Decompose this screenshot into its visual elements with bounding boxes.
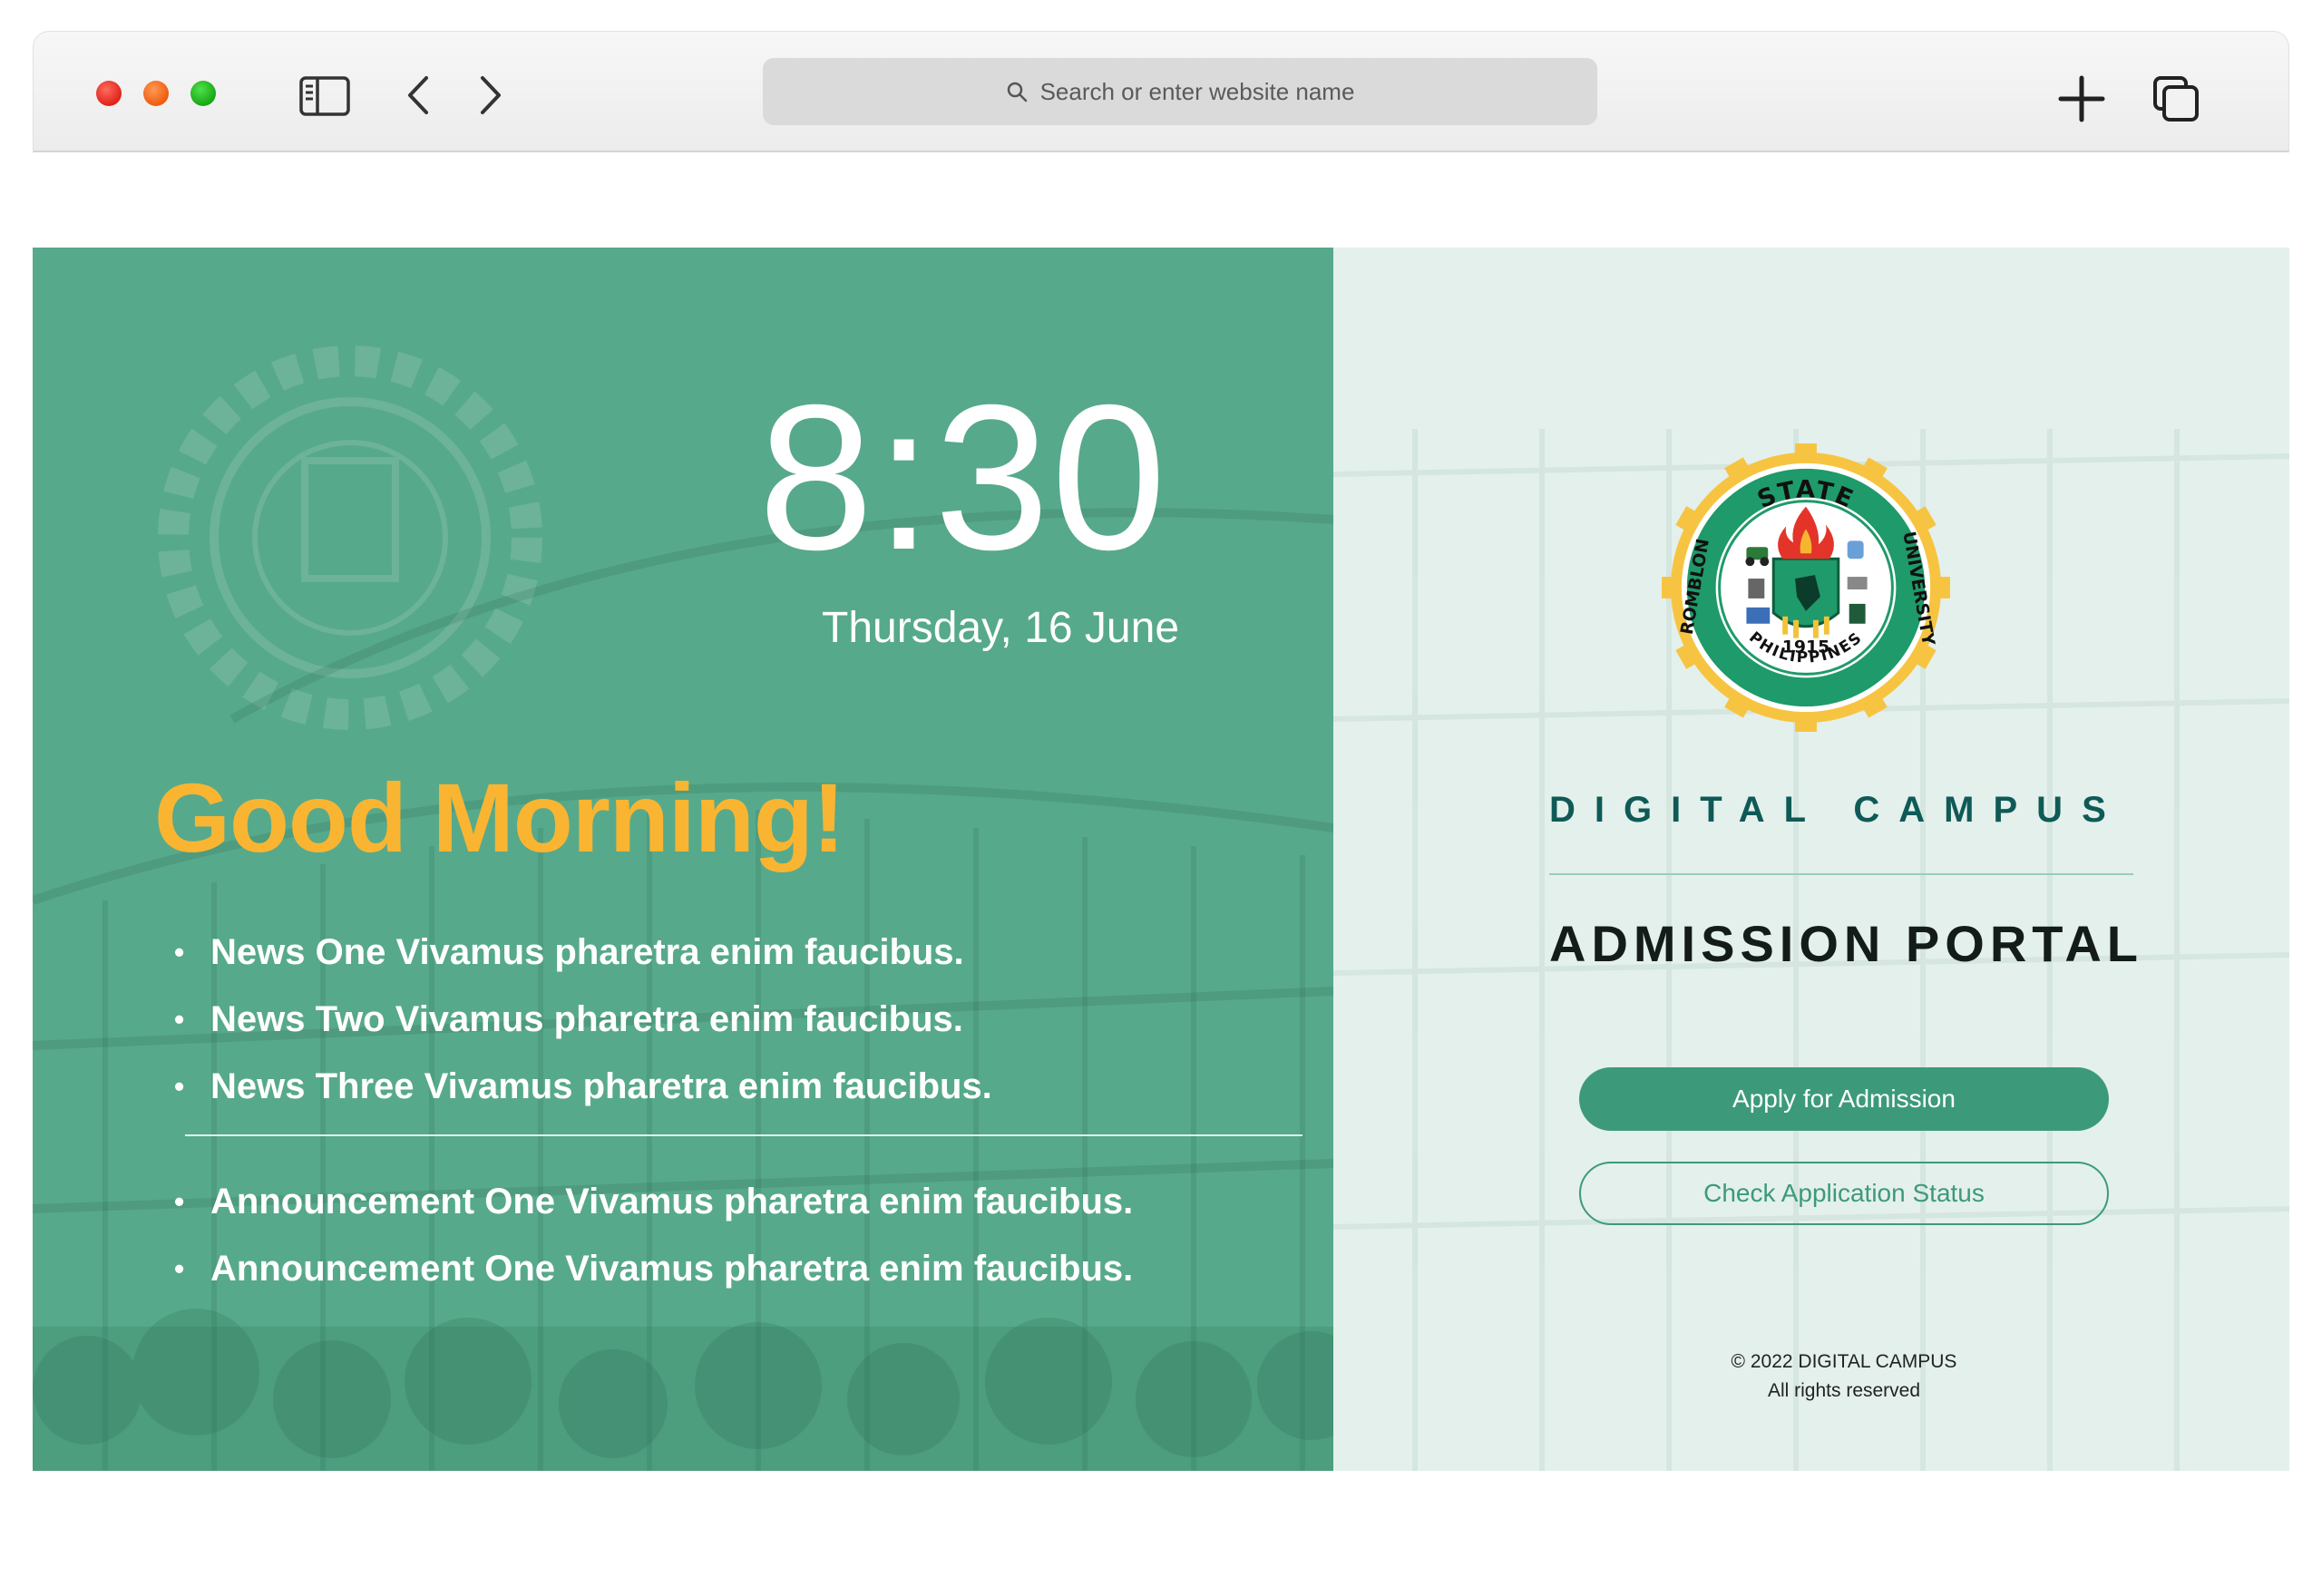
footer: © 2022 DIGITAL CAMPUS All rights reserve… [1579, 1348, 2109, 1406]
news-item: News One Vivamus pharetra enim faucibus. [174, 919, 992, 986]
admission-page: 8:30 Thursday, 16 June Good Morning! New… [33, 248, 2289, 1471]
check-application-status-button[interactable]: Check Application Status [1579, 1162, 2109, 1225]
address-placeholder: Search or enter website name [1039, 77, 1355, 105]
rights-text: All rights reserved [1767, 1380, 1921, 1401]
apply-for-admission-button[interactable]: Apply for Admission [1579, 1067, 2109, 1131]
copyright-text: © 2022 DIGITAL CAMPUS [1731, 1351, 1957, 1372]
maximize-window-button[interactable] [190, 81, 216, 106]
back-icon[interactable] [405, 74, 432, 116]
forward-icon[interactable] [477, 74, 504, 116]
sidebar-icon[interactable] [299, 76, 350, 116]
search-icon [1007, 82, 1027, 102]
address-bar[interactable]: Search or enter website name [763, 58, 1597, 125]
announcement-item: Announcement One Vivamus pharetra enim f… [174, 1168, 1133, 1235]
clock-time: 8:30 [758, 363, 1168, 593]
portal-heading: ADMISSION PORTAL [1549, 915, 2143, 972]
faded-building-background [1333, 429, 2289, 1471]
greeting-heading: Good Morning! [154, 763, 845, 872]
announcement-item: Announcement One Vivamus pharetra enim f… [174, 1235, 1133, 1302]
portal-panel: STATE ROMBLON UNIVERSITY PHILIPPINES 191… [1333, 248, 2289, 1471]
new-tab-icon[interactable] [2057, 74, 2106, 123]
news-list: News One Vivamus pharetra enim faucibus.… [174, 919, 992, 1120]
hero-panel: 8:30 Thursday, 16 June Good Morning! New… [33, 248, 1333, 1471]
close-window-button[interactable] [96, 81, 122, 106]
minimize-window-button[interactable] [143, 81, 169, 106]
brand-title: DIGITAL CAMPUS [1549, 790, 2125, 830]
announcement-list: Announcement One Vivamus pharetra enim f… [174, 1168, 1133, 1302]
brand-divider [1549, 873, 2133, 875]
university-seal-logo: STATE ROMBLON UNIVERSITY PHILIPPINES 191… [1662, 443, 1950, 732]
tabs-overview-icon[interactable] [2151, 74, 2200, 123]
news-item: News Three Vivamus pharetra enim faucibu… [174, 1053, 992, 1120]
news-item: News Two Vivamus pharetra enim faucibus. [174, 986, 992, 1053]
news-divider [185, 1134, 1302, 1136]
clock-date: Thursday, 16 June [822, 604, 1180, 652]
seal-year: 1915 [1782, 637, 1830, 657]
